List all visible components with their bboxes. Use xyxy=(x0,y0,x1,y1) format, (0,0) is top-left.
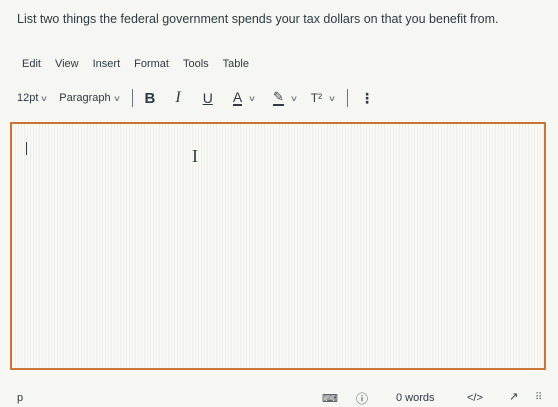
text-color-button[interactable]: A ∨ xyxy=(232,89,256,106)
chevron-down-icon[interactable]: ∨ xyxy=(328,94,336,103)
toolbar-divider xyxy=(131,89,133,107)
menu-view[interactable]: View xyxy=(55,58,79,70)
highlight-color-button[interactable]: ✎ ∨ xyxy=(273,89,298,106)
question-prompt: List two things the federal government s… xyxy=(17,12,499,26)
toolbar-divider xyxy=(346,89,348,107)
word-count[interactable]: 0 words xyxy=(396,392,435,404)
chevron-down-icon: ∨ xyxy=(112,93,121,103)
chevron-down-icon[interactable]: ∨ xyxy=(248,94,256,103)
ibeam-cursor-icon: I xyxy=(192,146,198,166)
block-format-dropdown[interactable]: Paragraph ∨ xyxy=(59,92,121,104)
block-format-value: Paragraph xyxy=(59,92,111,104)
menu-tools[interactable]: Tools xyxy=(183,58,209,70)
chevron-down-icon: ∨ xyxy=(40,93,49,103)
text-caret xyxy=(26,142,27,155)
bold-button[interactable]: B xyxy=(145,90,156,107)
rich-text-editor[interactable]: I xyxy=(10,122,546,370)
highlighter-icon: ✎ xyxy=(273,89,284,106)
resize-handle-icon[interactable]: ⠿ xyxy=(535,392,542,403)
more-options-icon[interactable]: ⋮ xyxy=(360,90,374,107)
text-color-label: A xyxy=(232,89,243,106)
element-path[interactable]: p xyxy=(17,392,23,404)
italic-button[interactable]: I xyxy=(175,89,180,107)
html-editor-icon[interactable]: </> xyxy=(467,392,483,404)
font-size-dropdown[interactable]: 12pt ∨ xyxy=(17,92,49,104)
chevron-down-icon[interactable]: ∨ xyxy=(290,94,298,103)
editor-menubar: Edit View Insert Format Tools Table xyxy=(22,58,249,70)
keyboard-icon[interactable]: ⌨ xyxy=(322,392,338,405)
superscript-label: T² xyxy=(310,91,323,105)
superscript-button[interactable]: T² ∨ xyxy=(310,91,336,105)
accessibility-icon[interactable]: ⓘ xyxy=(356,390,368,407)
menu-format[interactable]: Format xyxy=(134,58,169,70)
menu-insert[interactable]: Insert xyxy=(93,58,121,70)
menu-edit[interactable]: Edit xyxy=(22,58,41,70)
fullscreen-icon[interactable]: ↗ xyxy=(509,390,518,403)
font-size-value: 12pt xyxy=(17,92,39,104)
editor-toolbar: 12pt ∨ Paragraph ∨ B I U A ∨ ✎ ∨ T² ∨ ⋮ xyxy=(17,88,374,108)
underline-button[interactable]: U xyxy=(203,90,213,106)
editor-statusbar: p ⌨ ⓘ 0 words </> ↗ ⠿ xyxy=(0,388,558,406)
menu-table[interactable]: Table xyxy=(223,58,249,70)
